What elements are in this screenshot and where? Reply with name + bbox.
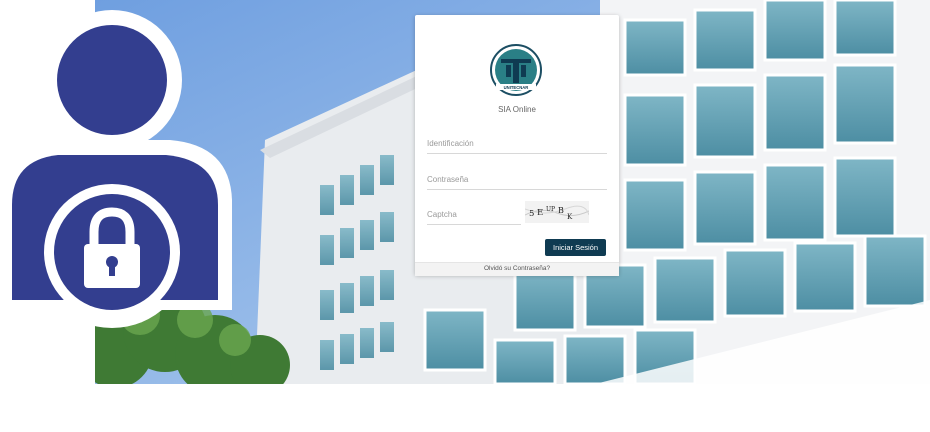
forgot-password-link[interactable]: Olvidó su Contraseña? [415,265,619,272]
login-card: UNITECNAR SIA Online 5 E UP B K Iniciar … [415,15,619,276]
captcha-image: 5 E UP B K [525,201,589,223]
svg-text:B: B [558,206,564,215]
password-input[interactable] [427,169,607,190]
captcha-input[interactable] [427,204,521,225]
svg-text:UP: UP [546,206,555,213]
login-button[interactable]: Iniciar Sesión [545,239,606,256]
svg-text:5: 5 [529,209,534,219]
forgot-password-bar: Olvidó su Contraseña? [415,262,619,276]
svg-text:K: K [567,213,573,221]
svg-text:UNITECNAR: UNITECNAR [504,85,529,90]
app-name: SIA Online [498,105,536,114]
svg-text:E: E [537,208,543,218]
user-lock-graphic [0,10,232,328]
identification-input[interactable] [427,133,607,154]
unitecnar-logo: UNITECNAR [490,44,542,96]
